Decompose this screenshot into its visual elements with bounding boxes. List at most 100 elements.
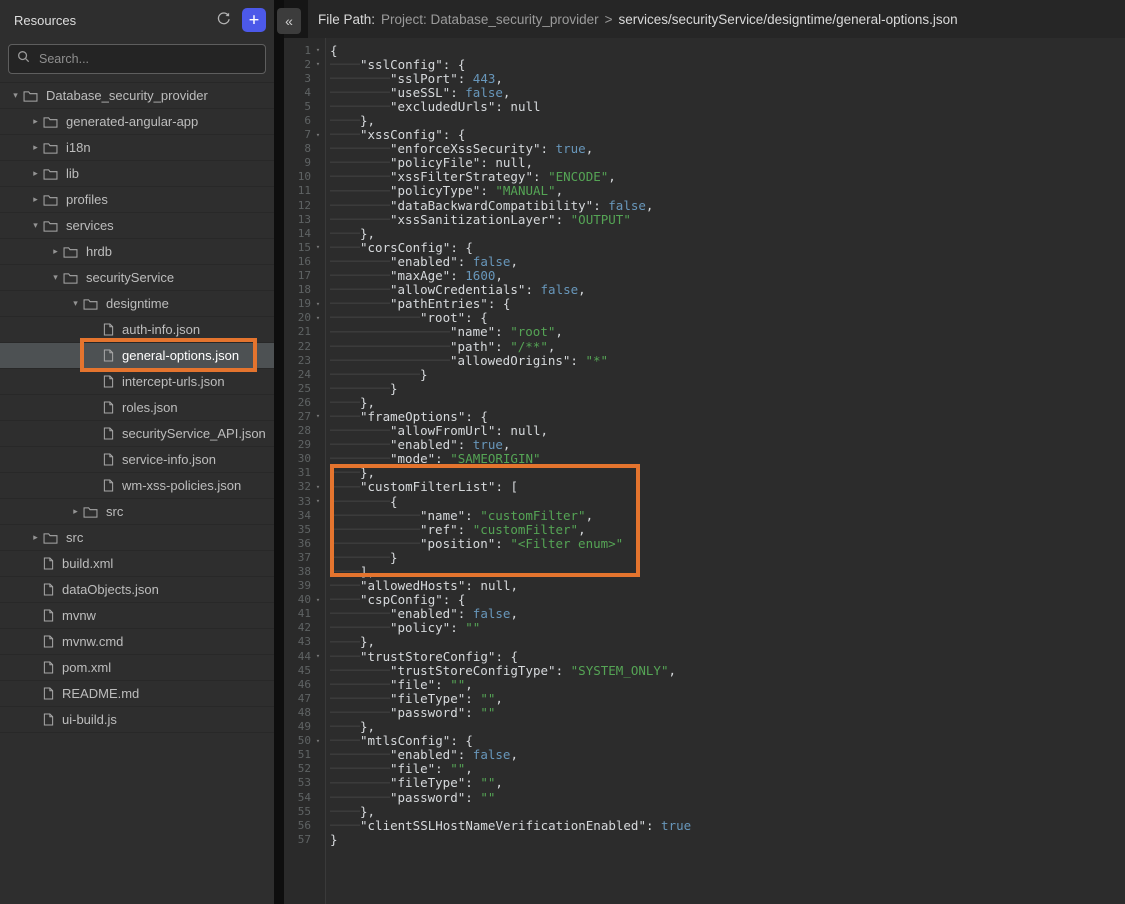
code-text[interactable]: } (325, 550, 1125, 565)
fold-toggle-icon[interactable]: ▾ (311, 60, 325, 68)
code-line[interactable]: 36"position": "<Filter enum>" (284, 536, 1125, 550)
code-line[interactable]: 50▾"mtlsConfig": { (284, 734, 1125, 748)
code-text[interactable]: "xssFilterStrategy": "ENCODE", (325, 169, 1125, 184)
code-line[interactable]: 48"password": "" (284, 705, 1125, 719)
code-line[interactable]: 52"file": "", (284, 762, 1125, 776)
code-line[interactable]: 55}, (284, 804, 1125, 818)
fold-toggle-icon[interactable]: ▾ (311, 46, 325, 54)
code-text[interactable]: } (325, 367, 1125, 382)
code-line[interactable]: 10"xssFilterStrategy": "ENCODE", (284, 170, 1125, 184)
code-text[interactable]: }, (325, 113, 1125, 128)
sidebar-item-dataobjects-json[interactable]: dataObjects.json (0, 577, 274, 603)
code-line[interactable]: 27▾"frameOptions": { (284, 409, 1125, 423)
code-text[interactable]: }, (325, 395, 1125, 410)
sidebar-item-intercept-urls-json[interactable]: intercept-urls.json (0, 369, 274, 395)
code-text[interactable]: "enabled": false, (325, 254, 1125, 269)
code-line[interactable]: 39"allowedHosts": null, (284, 579, 1125, 593)
code-line[interactable]: 15▾"corsConfig": { (284, 240, 1125, 254)
code-text[interactable]: }, (325, 804, 1125, 819)
chevron-right-icon[interactable]: ▸ (28, 194, 43, 205)
fold-toggle-icon[interactable]: ▾ (311, 243, 325, 251)
code-line[interactable]: 49}, (284, 720, 1125, 734)
fold-toggle-icon[interactable]: ▾ (311, 300, 325, 308)
add-resource-button[interactable]: + (242, 8, 266, 32)
code-line[interactable]: 24} (284, 367, 1125, 381)
fold-toggle-icon[interactable]: ▾ (311, 596, 325, 604)
code-line[interactable]: 44▾"trustStoreConfig": { (284, 649, 1125, 663)
code-text[interactable]: { (325, 43, 1125, 58)
code-line[interactable]: 7▾"xssConfig": { (284, 128, 1125, 142)
code-text[interactable]: "customFilterList": [ (325, 479, 1125, 494)
code-text[interactable]: } (325, 381, 1125, 396)
code-text[interactable]: "pathEntries": { (325, 296, 1125, 311)
code-line[interactable]: 43}, (284, 635, 1125, 649)
code-text[interactable]: "trustStoreConfig": { (325, 649, 1125, 664)
code-line[interactable]: 16"enabled": false, (284, 254, 1125, 268)
sidebar-item-securityservice[interactable]: ▾securityService (0, 265, 274, 291)
sidebar-item-service-info-json[interactable]: service-info.json (0, 447, 274, 473)
code-line[interactable]: 23"allowedOrigins": "*" (284, 353, 1125, 367)
collapse-sidebar-button[interactable]: « (277, 8, 301, 34)
code-line[interactable]: 8"enforceXssSecurity": true, (284, 142, 1125, 156)
chevron-down-icon[interactable]: ▾ (68, 298, 83, 309)
code-text[interactable]: "file": "", (325, 761, 1125, 776)
code-text[interactable]: "fileType": "", (325, 775, 1125, 790)
code-text[interactable]: }, (325, 634, 1125, 649)
code-line[interactable]: 33▾{ (284, 494, 1125, 508)
code-line[interactable]: 40▾"cspConfig": { (284, 593, 1125, 607)
code-line[interactable]: 1▾{ (284, 43, 1125, 57)
sidebar-item-auth-info-json[interactable]: auth-info.json (0, 317, 274, 343)
code-line[interactable]: 31}, (284, 466, 1125, 480)
pane-divider[interactable] (274, 0, 284, 904)
code-line[interactable]: 26}, (284, 395, 1125, 409)
code-line[interactable]: 28"allowFromUrl": null, (284, 424, 1125, 438)
code-text[interactable]: "enabled": false, (325, 606, 1125, 621)
sidebar-item-services[interactable]: ▾services (0, 213, 274, 239)
code-line[interactable]: 19▾"pathEntries": { (284, 297, 1125, 311)
code-line[interactable]: 53"fileType": "", (284, 776, 1125, 790)
code-text[interactable]: "name": "customFilter", (325, 508, 1125, 523)
code-line[interactable]: 14}, (284, 226, 1125, 240)
code-text[interactable]: "policyType": "MANUAL", (325, 183, 1125, 198)
chevron-down-icon[interactable]: ▾ (8, 90, 23, 101)
code-text[interactable]: "position": "<Filter enum>" (325, 536, 1125, 551)
sidebar-item-src[interactable]: ▸src (0, 499, 274, 525)
code-text[interactable]: }, (325, 465, 1125, 480)
sidebar-item-roles-json[interactable]: roles.json (0, 395, 274, 421)
search-box[interactable] (8, 44, 266, 74)
sidebar-item-mvnw-cmd[interactable]: mvnw.cmd (0, 629, 274, 655)
refresh-button[interactable] (212, 9, 234, 31)
code-line[interactable]: 2▾"sslConfig": { (284, 57, 1125, 71)
chevron-right-icon[interactable]: ▸ (68, 506, 83, 517)
code-text[interactable]: "xssConfig": { (325, 127, 1125, 142)
code-line[interactable]: 12"dataBackwardCompatibility": false, (284, 198, 1125, 212)
code-text[interactable]: "allowedOrigins": "*" (325, 353, 1125, 368)
code-text[interactable]: "policyFile": null, (325, 155, 1125, 170)
code-text[interactable]: "enabled": false, (325, 747, 1125, 762)
chevron-down-icon[interactable]: ▾ (28, 220, 43, 231)
code-text[interactable]: "sslConfig": { (325, 57, 1125, 72)
sidebar-item-profiles[interactable]: ▸profiles (0, 187, 274, 213)
chevron-right-icon[interactable]: ▸ (28, 532, 43, 543)
code-text[interactable]: "xssSanitizationLayer": "OUTPUT" (325, 212, 1125, 227)
fold-toggle-icon[interactable]: ▾ (311, 483, 325, 491)
code-line[interactable]: 46"file": "", (284, 677, 1125, 691)
code-line[interactable]: 25} (284, 381, 1125, 395)
code-line[interactable]: 18"allowCredentials": false, (284, 283, 1125, 297)
sidebar-item-readme-md[interactable]: README.md (0, 681, 274, 707)
sidebar-item-generated-angular-app[interactable]: ▸generated-angular-app (0, 109, 274, 135)
code-line[interactable]: 5"excludedUrls": null (284, 99, 1125, 113)
code-line[interactable]: 45"trustStoreConfigType": "SYSTEM_ONLY", (284, 663, 1125, 677)
sidebar-item-src[interactable]: ▸src (0, 525, 274, 551)
code-text[interactable]: "dataBackwardCompatibility": false, (325, 198, 1125, 213)
code-line[interactable]: 17"maxAge": 1600, (284, 269, 1125, 283)
code-line[interactable]: 3"sslPort": 443, (284, 71, 1125, 85)
sidebar-item-securityservice-api-json[interactable]: securityService_API.json (0, 421, 274, 447)
code-line[interactable]: 13"xssSanitizationLayer": "OUTPUT" (284, 212, 1125, 226)
sidebar-item-designtime[interactable]: ▾designtime (0, 291, 274, 317)
code-text[interactable]: "trustStoreConfigType": "SYSTEM_ONLY", (325, 663, 1125, 678)
chevron-right-icon[interactable]: ▸ (48, 246, 63, 257)
fold-toggle-icon[interactable]: ▾ (311, 652, 325, 660)
code-text[interactable]: "allowFromUrl": null, (325, 423, 1125, 438)
fold-toggle-icon[interactable]: ▾ (311, 131, 325, 139)
